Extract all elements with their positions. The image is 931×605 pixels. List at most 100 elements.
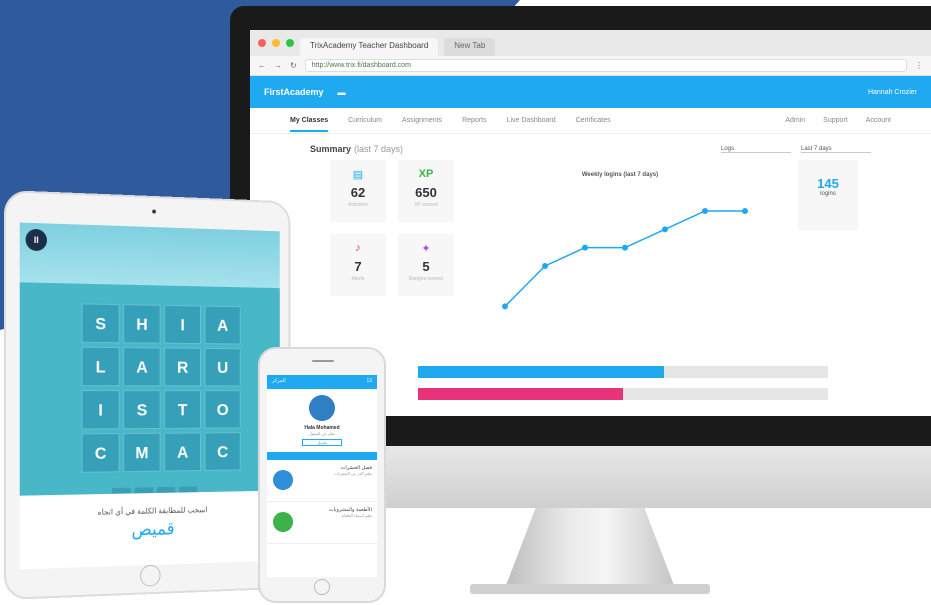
home-button[interactable] xyxy=(140,564,161,587)
profile-subtitle: تعلم عن المغول xyxy=(308,431,336,436)
stat-xp: XP 650 XP earned xyxy=(398,160,454,222)
logs-select[interactable]: Logs xyxy=(721,146,791,153)
line-chart xyxy=(502,208,748,310)
letter-tile[interactable]: H xyxy=(123,304,161,344)
nav-tabs: My Classes Curriculum Assignments Report… xyxy=(250,108,931,134)
browser-tab-dashboard[interactable]: TrixAcademy Teacher Dashboard xyxy=(300,38,439,56)
avatar[interactable] xyxy=(309,395,335,421)
stat-label: Alerts xyxy=(351,276,365,282)
stat-activities: ▤ 62 Activities xyxy=(330,160,386,222)
ipad-screen: II SHIALARUISTOCMAC اسحب للمطابقة الكلمة… xyxy=(19,222,280,570)
logins-value: 145 xyxy=(817,176,839,191)
menu-icon[interactable]: ⋮ xyxy=(915,61,923,70)
minimize-dot-icon[interactable] xyxy=(272,39,280,47)
app-logo[interactable]: FirstAcademy xyxy=(264,87,324,97)
lesson-icon xyxy=(273,512,293,532)
letter-tile[interactable]: T xyxy=(164,390,201,429)
letter-tile[interactable]: C xyxy=(204,432,241,471)
tab-assignments[interactable]: Assignments xyxy=(402,117,442,124)
stat-badges: ✦ 5 Badges earned xyxy=(398,234,454,296)
letter-tile[interactable]: A xyxy=(123,347,161,387)
pause-button[interactable]: II xyxy=(25,228,47,252)
reload-icon[interactable]: ↻ xyxy=(290,61,297,70)
data-point[interactable] xyxy=(542,263,548,269)
data-point[interactable] xyxy=(502,303,508,310)
progress-fill xyxy=(418,366,664,378)
iphone-device: المركز 13 Hala Mohamed تعلم عن المغول تع… xyxy=(258,347,386,603)
forward-arrow-icon[interactable]: → xyxy=(274,61,282,70)
tab-reports[interactable]: Reports xyxy=(462,117,487,124)
stat-label: Badges earned xyxy=(409,276,443,282)
letter-tile[interactable]: O xyxy=(204,390,241,429)
progress-track xyxy=(418,388,828,400)
tab-account[interactable]: Account xyxy=(866,117,891,124)
word-prompt: اسحب للمطابقة الكلمة في أي اتجاه قميص xyxy=(19,490,280,570)
letter-tile[interactable]: M xyxy=(123,432,161,473)
data-point[interactable] xyxy=(582,244,588,251)
stat-value: 5 xyxy=(422,259,430,274)
lesson-icon xyxy=(273,470,293,490)
letter-tile[interactable]: I xyxy=(81,390,120,430)
tab-admin[interactable]: Admin xyxy=(785,117,805,124)
progress-fill xyxy=(418,388,623,400)
stat-value: 7 xyxy=(354,259,362,274)
url-input[interactable]: http://www.trix.fi/dashboard.com xyxy=(304,59,907,72)
logins-card: 145 logins xyxy=(798,160,858,230)
app-header: FirstAcademy ▬ Hannah Crozier xyxy=(250,76,931,108)
data-point[interactable] xyxy=(622,244,628,251)
letter-tile[interactable]: S xyxy=(81,303,120,344)
letter-tile[interactable]: S xyxy=(123,390,161,430)
stats-grid: ▤ 62 Activities XP 650 XP earned ♪ 7 Ale… xyxy=(330,160,454,296)
browser-tab-bar: TrixAcademy Teacher Dashboard New Tab xyxy=(250,30,931,56)
range-select[interactable]: Last 7 days xyxy=(801,146,871,153)
tab-live-dashboard[interactable]: Live Dashboard xyxy=(507,117,556,124)
flag-icon[interactable]: ▬ xyxy=(338,88,346,97)
data-point[interactable] xyxy=(662,226,668,233)
lesson-card[interactable]: الأطعمة والمشروبات تعلم أسماء الطعام xyxy=(267,502,377,544)
data-point[interactable] xyxy=(742,208,748,214)
logins-label: logins xyxy=(820,191,836,197)
summary-period: (last 7 days) xyxy=(354,144,404,154)
address-bar: ← → ↻ http://www.trix.fi/dashboard.com ⋮ xyxy=(250,56,931,76)
series-line xyxy=(504,210,745,307)
phone-strip xyxy=(267,452,377,460)
stat-label: XP earned xyxy=(414,202,438,208)
user-menu[interactable]: Hannah Crozier xyxy=(868,89,917,96)
stack-icon: ▤ xyxy=(352,169,364,181)
letter-tile[interactable]: L xyxy=(81,346,120,387)
letter-grid: SHIALARUISTOCMAC xyxy=(81,303,241,473)
tab-my-classes[interactable]: My Classes xyxy=(290,117,329,132)
letter-tile[interactable]: A xyxy=(164,432,201,472)
bell-icon: ♪ xyxy=(355,242,361,254)
close-dot-icon[interactable] xyxy=(258,39,266,47)
iphone-screen: المركز 13 Hala Mohamed تعلم عن المغول تع… xyxy=(267,375,377,577)
tab-support[interactable]: Support xyxy=(823,117,848,124)
maximize-dot-icon[interactable] xyxy=(286,39,294,47)
profile-edit-button[interactable]: تعديل xyxy=(302,439,342,446)
phone-header: المركز 13 xyxy=(267,375,377,389)
summary-header: Summary (last 7 days) Logs Last 7 days xyxy=(250,134,931,154)
letter-tile[interactable]: C xyxy=(81,433,120,473)
stat-label: Activities xyxy=(348,202,368,208)
tab-curriculum[interactable]: Curriculum xyxy=(348,117,382,124)
phone-nav-left[interactable]: المركز xyxy=(272,378,286,386)
medal-icon: ✦ xyxy=(421,243,431,255)
back-arrow-icon[interactable]: ← xyxy=(258,61,266,70)
letter-tile[interactable]: R xyxy=(164,347,201,387)
xp-icon: XP xyxy=(418,168,434,180)
home-button[interactable] xyxy=(314,579,330,595)
ipad-device: II SHIALARUISTOCMAC اسحب للمطابقة الكلمة… xyxy=(4,190,291,600)
summary-title: Summary xyxy=(310,144,352,154)
target-word: قميص xyxy=(131,518,175,540)
tab-certificates[interactable]: Certificates xyxy=(576,117,611,124)
letter-tile[interactable]: A xyxy=(204,305,241,345)
lesson-card[interactable]: فصل الحشرات تعلم أكثر عن الحشرات xyxy=(267,460,377,502)
browser-tab-new[interactable]: New Tab xyxy=(444,38,496,56)
monitor-stand-base xyxy=(470,584,710,594)
letter-tile[interactable]: I xyxy=(164,304,201,345)
chart-title: Weekly logins (last 7 days) xyxy=(581,172,659,178)
letter-tile[interactable]: U xyxy=(204,347,241,387)
data-point[interactable] xyxy=(702,208,708,214)
phone-nav-right[interactable]: 13 xyxy=(366,378,372,386)
camera-icon xyxy=(152,209,156,214)
